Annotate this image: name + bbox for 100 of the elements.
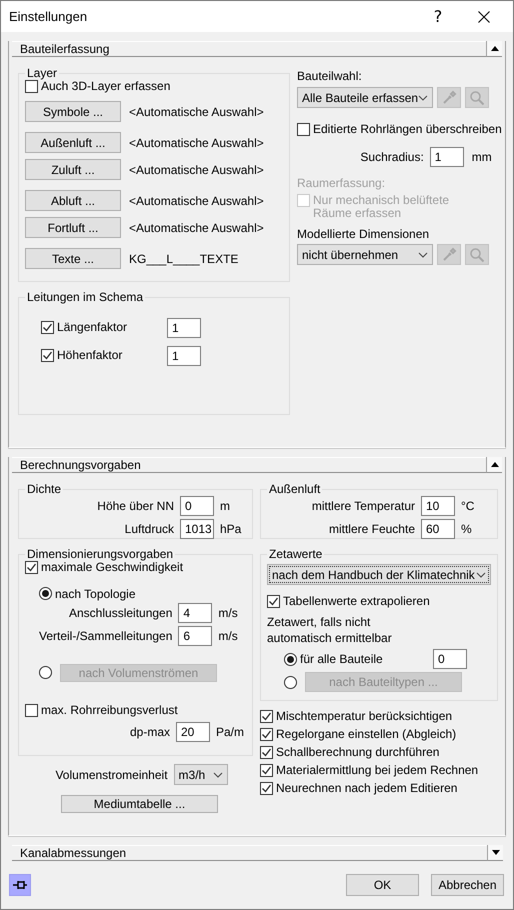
checkmark-icon bbox=[261, 747, 272, 758]
layer-value: <Automatische Auswahl> bbox=[129, 104, 264, 118]
field-label: Verteil-/Sammelleitungen bbox=[39, 628, 172, 642]
checkmark-icon bbox=[261, 765, 272, 776]
group-title: Außenluft bbox=[268, 482, 322, 496]
layer-button[interactable]: Abluft ... bbox=[25, 190, 121, 211]
layer-button[interactable]: Außenluft ... bbox=[25, 132, 121, 153]
help-button[interactable]: ? bbox=[415, 1, 461, 32]
dropdown[interactable]: m3/h bbox=[174, 764, 228, 785]
input-field[interactable]: 6 bbox=[178, 626, 212, 646]
input-field[interactable]: 1 bbox=[167, 346, 201, 366]
input-field[interactable]: 1013 bbox=[180, 519, 214, 539]
chevron-down-icon bbox=[418, 94, 428, 100]
section-title: Berechnungsvorgaben bbox=[19, 458, 142, 472]
pin-button[interactable] bbox=[9, 874, 31, 896]
section-title: Kanalabmessungen bbox=[19, 846, 128, 860]
checkbox[interactable]: Neurechnen nach jedem Editieren bbox=[260, 782, 458, 795]
field-label: mittlere Feuchte bbox=[328, 522, 415, 536]
dropdown[interactable]: Alle Bauteile erfassen bbox=[297, 87, 433, 108]
eyedropper-icon bbox=[441, 246, 457, 262]
section-header[interactable]: Kanalabmessungen bbox=[12, 845, 503, 861]
field-label: dp-max bbox=[130, 724, 170, 738]
search-icon bbox=[469, 246, 485, 262]
group-title: Dimensionierungsvorgaben bbox=[26, 547, 174, 561]
checkbox[interactable]: Materialermittlung bei jedem Rechnen bbox=[260, 764, 478, 777]
unit-label: °C bbox=[461, 499, 474, 513]
section-header[interactable]: Bauteilerfassung bbox=[12, 41, 502, 57]
dropdown[interactable]: nach dem Handbuch der Klimatechnik bbox=[267, 564, 491, 585]
layer-value: <Automatische Auswahl> bbox=[129, 194, 264, 208]
unit-label: m/s bbox=[218, 606, 238, 620]
radio-button[interactable]: nach Topologie bbox=[39, 586, 136, 600]
checkmark-icon bbox=[268, 596, 279, 607]
window-title: Einstellungen bbox=[9, 9, 88, 24]
unit-label: hPa bbox=[220, 522, 242, 536]
group-title: Zetawerte bbox=[268, 547, 324, 561]
checkmark-icon bbox=[42, 350, 53, 360]
section-header[interactable]: Berechnungsvorgaben bbox=[12, 457, 502, 473]
checkmark-icon bbox=[261, 711, 272, 722]
layer-button[interactable]: Texte ... bbox=[25, 248, 121, 269]
checkmark-icon bbox=[261, 729, 272, 740]
section-title: Bauteilerfassung bbox=[19, 42, 110, 56]
checkbox[interactable]: Mischtemperatur berücksichtigen bbox=[260, 710, 452, 723]
checkbox[interactable]: max. Rohrreibungsverlust bbox=[25, 704, 178, 716]
group-title: Layer bbox=[26, 66, 58, 80]
checkmark-icon bbox=[42, 322, 53, 332]
chevron-down-icon bbox=[418, 252, 428, 258]
checkbox[interactable]: Editierte Rohrlängen überschreiben bbox=[297, 123, 502, 136]
layer-button[interactable]: Fortluft ... bbox=[25, 217, 121, 238]
collapse-button[interactable] bbox=[486, 41, 502, 57]
unit-label: % bbox=[461, 522, 472, 536]
cancel-button[interactable]: Abbrechen bbox=[431, 874, 504, 896]
close-icon bbox=[478, 10, 490, 22]
medium-table-button[interactable]: Mediumtabelle ... bbox=[61, 795, 218, 813]
input-field[interactable]: 0 bbox=[180, 496, 214, 516]
field-label: Modellierte Dimensionen bbox=[297, 227, 430, 241]
radio-button[interactable]: für alle Bauteile bbox=[284, 652, 383, 666]
note-text: Zetawert, falls nicht automatisch ermittelbar bbox=[267, 614, 393, 646]
layer-button[interactable]: Symbole ... bbox=[25, 101, 121, 122]
triangle-down-icon bbox=[492, 850, 500, 855]
field-label: mittlere Temperatur bbox=[312, 499, 415, 513]
expand-button[interactable] bbox=[487, 845, 503, 861]
checkbox[interactable]: Schallberechnung durchführen bbox=[260, 746, 440, 759]
layer-button[interactable]: Zuluft ... bbox=[25, 159, 121, 180]
field-label: Höhe über NN bbox=[97, 499, 174, 513]
field-label: Bauteilwahl: bbox=[297, 69, 363, 83]
triangle-up-icon bbox=[490, 46, 498, 51]
input-field[interactable]: 10 bbox=[421, 496, 455, 516]
field-label: Anschlussleitungen bbox=[69, 606, 172, 620]
search-icon bbox=[469, 90, 485, 106]
eyedropper-icon bbox=[441, 90, 457, 106]
field-label: Volumenstromeinheit bbox=[55, 768, 168, 782]
input-field[interactable]: 60 bbox=[421, 519, 455, 539]
dropdown[interactable]: nicht übernehmen bbox=[297, 244, 433, 265]
checkbox[interactable]: maximale Geschwindigkeit bbox=[25, 561, 184, 574]
field-label: Luftdruck bbox=[124, 522, 174, 536]
group-title: Dichte bbox=[26, 482, 62, 496]
checkbox[interactable]: Längenfaktor bbox=[41, 320, 128, 334]
field-label: Suchradius: bbox=[360, 150, 424, 164]
input-field[interactable]: 1 bbox=[167, 318, 201, 338]
pin-icon bbox=[12, 879, 28, 891]
input-field[interactable]: 0 bbox=[433, 649, 467, 669]
checkbox[interactable]: Regelorgane einstellen (Abgleich) bbox=[260, 728, 456, 741]
group-title: Leitungen im Schema bbox=[26, 290, 144, 304]
field-label: Raumerfassung: bbox=[297, 176, 386, 190]
ok-button[interactable]: OK bbox=[346, 874, 419, 896]
chevron-down-icon bbox=[212, 772, 223, 778]
chevron-down-icon bbox=[476, 572, 486, 578]
collapse-button[interactable] bbox=[486, 457, 502, 473]
triangle-up-icon bbox=[490, 462, 498, 467]
checkbox[interactable]: Auch 3D-Layer erfassen bbox=[25, 80, 170, 93]
layer-value: <Automatische Auswahl> bbox=[129, 162, 264, 176]
input-field[interactable]: 4 bbox=[178, 602, 212, 622]
checkbox[interactable]: Höhenfaktor bbox=[41, 348, 122, 362]
unit-label: mm bbox=[472, 150, 492, 164]
unit-label: m bbox=[220, 499, 230, 513]
input-field[interactable]: 1 bbox=[430, 147, 464, 167]
unit-label: m/s bbox=[218, 628, 238, 642]
checkbox[interactable]: Tabellenwerte extrapolieren bbox=[267, 595, 430, 608]
input-field[interactable]: 20 bbox=[176, 722, 210, 742]
layer-value: <Automatische Auswahl> bbox=[129, 136, 264, 150]
